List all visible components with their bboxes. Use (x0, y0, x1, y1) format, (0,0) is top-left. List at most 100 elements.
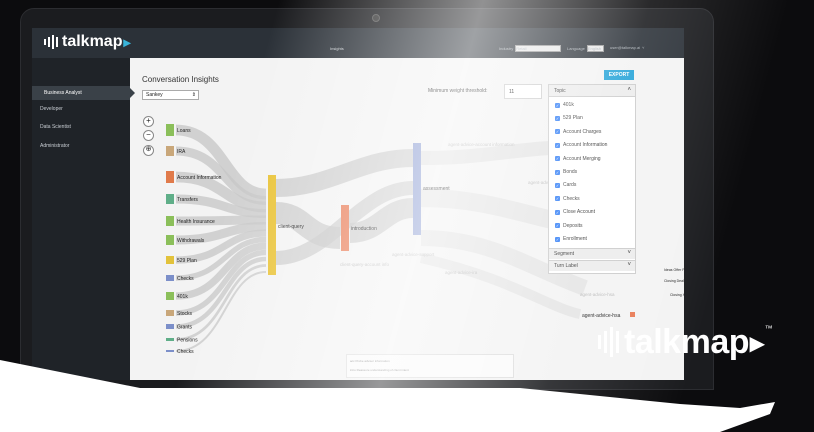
sankey-target-label: Closing Deal X (664, 279, 684, 283)
checkbox-checked-icon[interactable]: ✓ (555, 129, 560, 135)
checkbox-checked-icon[interactable]: ✓ (555, 196, 560, 202)
logo-text: talkmap (624, 322, 750, 361)
sankey-node (413, 143, 421, 235)
segment-section[interactable]: Segment ˅ (549, 248, 635, 259)
sankey-source-label: Stocks (177, 311, 193, 317)
checkbox-checked-icon[interactable]: ✓ (555, 209, 560, 215)
topic-checkbox-item[interactable]: ✓ Close Account (555, 209, 595, 215)
chevron-down-icon: ˅ (627, 262, 631, 268)
sidebar-item-administrator[interactable]: Administrator (40, 143, 69, 149)
sankey-faded-label: agent-advice-ira (445, 270, 478, 275)
topic-checkbox-item[interactable]: ✓ Enrollment (555, 236, 587, 242)
sankey-node (166, 235, 174, 245)
checkbox-checked-icon[interactable]: ✓ (555, 115, 560, 121)
sankey-source-label: Account Information (177, 175, 222, 181)
sankey-node (166, 194, 174, 204)
topic-label: 401k (563, 102, 574, 108)
table-row: intro Reassure understanding of client i… (350, 368, 409, 372)
sankey-source-label: Checks (177, 276, 194, 282)
sankey-node (166, 146, 174, 156)
sankey-source-label: IRA (177, 149, 186, 155)
checkbox-checked-icon[interactable]: ✓ (555, 102, 560, 108)
sankey-node (166, 292, 174, 300)
sankey-node (166, 171, 174, 183)
language-label: Language (567, 46, 585, 51)
topic-label: Close Account (563, 209, 595, 216)
topic-label: Enrollment (563, 236, 587, 242)
topic-checkbox-item[interactable]: ✓ 529 Plan (555, 115, 583, 121)
topic-label: Checks (563, 195, 580, 202)
topic-label: Bonds (563, 169, 578, 175)
language-select[interactable]: English (586, 45, 604, 52)
checkbox-checked-icon[interactable]: ✓ (555, 223, 560, 229)
sankey-stage-label: assessment (423, 186, 450, 192)
app-screen: talkmap ▸ Insights Industry Retail Langu… (32, 28, 684, 380)
topic-label: Account Information (563, 142, 608, 149)
sankey-node (166, 275, 174, 281)
chevron-right-icon: ▸ (750, 326, 764, 358)
sankey-faded-label: agent-advice-account information (448, 142, 515, 147)
sankey-node (268, 175, 276, 275)
turn-label-label: Turn Label (554, 263, 578, 269)
sankey-source-label: Transfers (177, 197, 198, 203)
sankey-source-label: Grants (177, 324, 193, 330)
checkbox-checked-icon[interactable]: ✓ (555, 182, 560, 188)
industry-select[interactable]: Retail (515, 45, 562, 52)
topic-checkbox-item[interactable]: ✓ Account Charges (555, 129, 601, 135)
sidebar-item-label: Business Analyst (44, 90, 82, 96)
sidebar-item-developer[interactable]: Developer (40, 106, 63, 112)
user-menu[interactable]: user@talkmap.ai ˅ (610, 45, 644, 50)
industry-label: Industry (499, 46, 514, 51)
language-field[interactable]: Language English (567, 45, 604, 52)
topic-filter-panel: Topic ˄ ✓ 401k ✓ 529 Plan ✓ Account Charges ✓ A… (548, 84, 636, 274)
sidebar-item-business-analyst[interactable]: Business Analyst (32, 86, 135, 100)
sankey-node (166, 324, 174, 329)
chevron-right-icon: ▸ (123, 33, 131, 50)
sankey-node (166, 216, 174, 226)
sankey-node (166, 310, 174, 316)
sankey-node (166, 256, 174, 264)
sankey-source-label: Checks (177, 349, 194, 355)
page-corner-shape (0, 360, 150, 390)
waveform-icon (44, 35, 58, 49)
industry-field[interactable]: Industry Retail (499, 45, 562, 52)
chevron-up-icon: ˄ (627, 87, 631, 93)
trademark-mark: ™ (764, 323, 773, 333)
topic-label: Cards (563, 182, 577, 189)
sankey-faded-label: agent-advice-support (392, 252, 435, 257)
sankey-node (166, 124, 174, 136)
checkbox-checked-icon[interactable]: ✓ (555, 236, 560, 242)
topic-label: Account Charges (563, 128, 602, 135)
topic-title: Topic (554, 88, 566, 94)
detail-table: acc Probe advisor information intro Reas… (346, 354, 514, 378)
sankey-faded-label: agent-advice-hsa (580, 292, 615, 297)
topic-checkbox-item[interactable]: ✓ Account Merging (555, 156, 601, 162)
sankey-source-label: Loans (177, 128, 191, 134)
topic-checkbox-item[interactable]: ✓ 401k (555, 102, 574, 108)
turn-label-section[interactable]: Turn Label ˅ (549, 260, 635, 271)
sankey-source-label: Pensions (177, 337, 198, 343)
checkbox-checked-icon[interactable]: ✓ (555, 156, 560, 162)
page-label: Insights (330, 46, 344, 51)
sankey-node (630, 312, 635, 317)
segment-label: Segment (554, 251, 575, 257)
user-email: user@talkmap.ai (610, 45, 641, 50)
topic-checkbox-item[interactable]: ✓ Account Information (555, 142, 607, 148)
sankey-flow (275, 149, 414, 197)
sankey-source-label: 401k (177, 294, 188, 300)
checkbox-checked-icon[interactable]: ✓ (555, 142, 560, 148)
topic-checkbox-item[interactable]: ✓ Deposits (555, 223, 582, 229)
top-bar: talkmap ▸ Insights Industry Retail Langu… (32, 28, 684, 58)
sidebar: Business Analyst Developer Data Scientis… (32, 58, 135, 380)
topic-checkbox-item[interactable]: ✓ Bonds (555, 169, 577, 175)
sankey-source-label: Withdrawals (177, 238, 205, 244)
sankey-node (166, 338, 174, 341)
topic-header[interactable]: Topic ˄ (549, 85, 635, 97)
brand-logo[interactable]: talkmap ▸ (44, 32, 131, 52)
sidebar-item-data-scientist[interactable]: Data Scientist (40, 124, 71, 130)
topic-checkbox-item[interactable]: ✓ Checks (555, 196, 580, 202)
topic-checkbox-item[interactable]: ✓ Cards (555, 182, 576, 188)
laptop-base (0, 388, 775, 432)
checkbox-checked-icon[interactable]: ✓ (555, 169, 560, 175)
topic-label: Deposits (563, 222, 583, 229)
